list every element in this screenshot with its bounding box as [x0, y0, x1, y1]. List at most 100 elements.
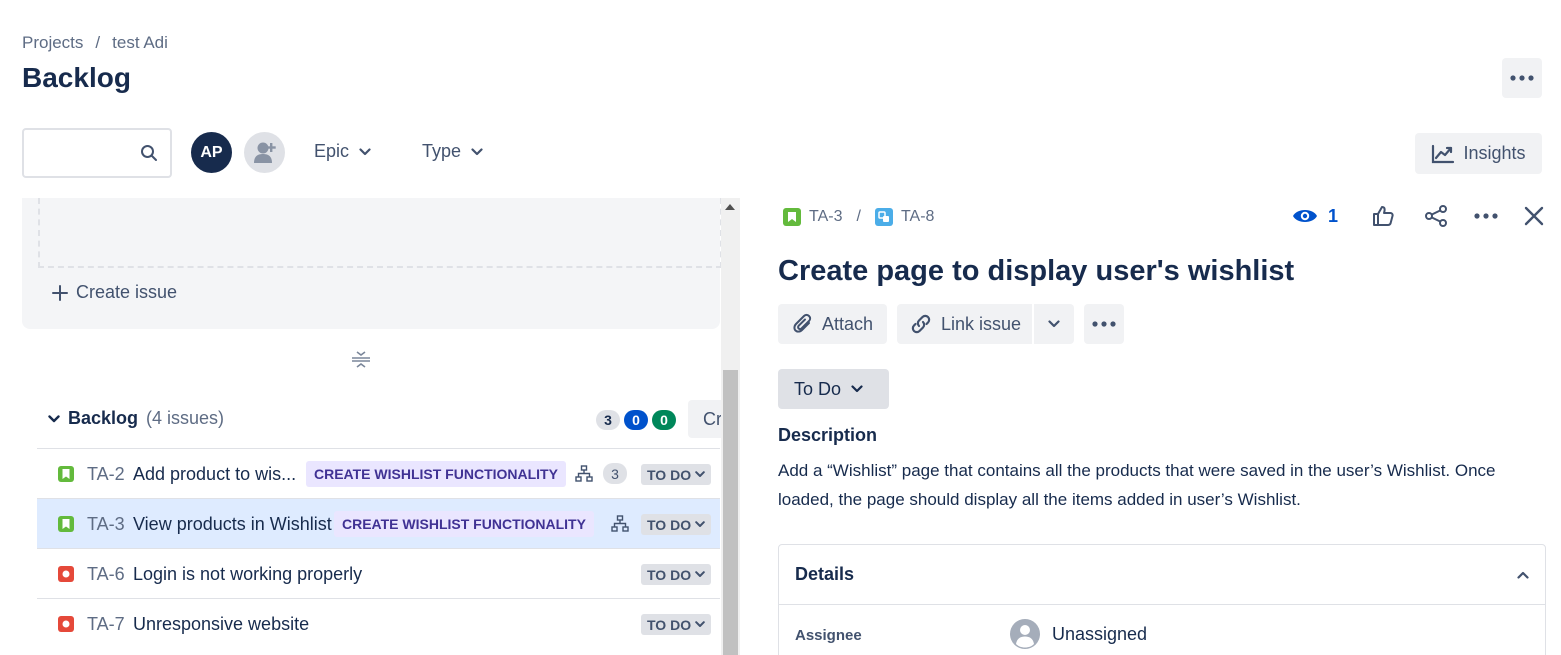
- insights-label: Insights: [1463, 143, 1526, 163]
- status-count-badge: 3: [596, 410, 620, 430]
- issue-key[interactable]: TA-7: [87, 614, 125, 635]
- status-count-badges: 300: [596, 410, 676, 430]
- chevron-down-icon: [48, 414, 60, 422]
- issue-key[interactable]: TA-6: [87, 564, 125, 585]
- type-filter-label: Type: [422, 141, 462, 161]
- status-label: TO DO: [647, 516, 692, 533]
- resize-handle-icon[interactable]: [350, 348, 372, 375]
- chevron-down-icon: [471, 147, 483, 155]
- more-actions-button[interactable]: [1084, 304, 1124, 344]
- issue-row[interactable]: TA-3 View products in Wishlist CREATE WISH…: [37, 498, 720, 548]
- status-dropdown[interactable]: TO DO: [641, 464, 712, 485]
- breadcrumb-separator: /: [95, 33, 101, 52]
- subtask-icon: [874, 208, 893, 226]
- assignee-row: Assignee Unassigned: [779, 605, 1545, 655]
- bug-icon: [58, 616, 74, 632]
- status-label: TO DO: [647, 616, 692, 633]
- link-icon: [911, 314, 931, 334]
- link-issue-dropdown-button[interactable]: [1034, 304, 1074, 344]
- more-horizontal-icon[interactable]: [1474, 213, 1498, 219]
- more-horizontal-icon: [1092, 321, 1116, 327]
- status-dropdown[interactable]: TO DO: [641, 514, 712, 535]
- type-filter-dropdown[interactable]: Type: [422, 141, 483, 162]
- trend-chart-icon: [1432, 144, 1455, 163]
- more-horizontal-icon: [1510, 75, 1534, 81]
- issue-row[interactable]: TA-7 Unresponsive website TO DO: [37, 598, 720, 648]
- breadcrumb-project[interactable]: test Adi: [112, 33, 168, 53]
- issue-summary[interactable]: View products in Wishlist: [133, 514, 332, 535]
- link-issue-label: Link issue: [941, 313, 1022, 334]
- breadcrumb: Projects / test Adi: [22, 33, 168, 53]
- page-title: Backlog: [22, 62, 131, 93]
- issue-title[interactable]: Create page to display user's wishlist: [778, 255, 1294, 288]
- issue-key[interactable]: TA-2: [87, 464, 125, 485]
- story-icon: [58, 466, 74, 482]
- epic-filter-dropdown[interactable]: Epic: [314, 141, 371, 162]
- issue-action-bar: 1: [1292, 204, 1544, 228]
- status-count-badge: 0: [652, 410, 676, 430]
- details-panel: Details Assignee Unassigned: [778, 544, 1546, 655]
- issue-summary[interactable]: Login is not working properly: [133, 564, 362, 585]
- status-dropdown[interactable]: To Do: [778, 369, 889, 409]
- assignee-field[interactable]: Unassigned: [1010, 619, 1147, 649]
- close-icon[interactable]: [1524, 206, 1544, 226]
- chevron-down-icon: [359, 147, 371, 155]
- watch-button[interactable]: 1: [1292, 206, 1338, 227]
- breadcrumb-projects[interactable]: Projects: [22, 33, 83, 53]
- add-person-icon: [253, 142, 276, 163]
- create-issue-button[interactable]: Create issue: [52, 282, 177, 303]
- epic-lozenge[interactable]: CREATE WISHLIST FUNCTIONALITY: [306, 461, 566, 487]
- avatar[interactable]: AP: [191, 132, 232, 173]
- child-issues-icon: [611, 515, 629, 538]
- backlog-issue-list: TA-2 Add product to wis... CREATE WISHLIST…: [37, 448, 720, 648]
- chevron-up-icon: [1517, 571, 1529, 579]
- status-dropdown[interactable]: TO DO: [641, 614, 712, 635]
- breadcrumb-separator: /: [856, 208, 861, 225]
- epic-filter-label: Epic: [314, 141, 350, 161]
- attach-button[interactable]: Attach: [778, 304, 887, 344]
- story-icon: [58, 516, 74, 532]
- scrollbar-thumb[interactable]: [723, 370, 738, 655]
- insights-button[interactable]: Insights: [1415, 133, 1542, 174]
- issue-row[interactable]: TA-2 Add product to wis... CREATE WISHLIST…: [37, 448, 720, 498]
- user-avatar-icon: [1010, 619, 1040, 649]
- status-dropdown[interactable]: TO DO: [641, 564, 712, 585]
- status-label: TO DO: [647, 466, 692, 483]
- issue-key[interactable]: TA-8: [901, 208, 934, 226]
- attach-label: Attach: [822, 313, 874, 334]
- sprint-drop-zone: [38, 198, 722, 268]
- chevron-down-icon: [851, 385, 863, 393]
- add-user-button[interactable]: [244, 132, 285, 173]
- epic-lozenge[interactable]: CREATE WISHLIST FUNCTIONALITY: [334, 511, 594, 537]
- paperclip-icon: [793, 313, 812, 333]
- chevron-down-icon: [1048, 320, 1060, 328]
- share-icon[interactable]: [1424, 204, 1448, 228]
- chevron-down-icon: [695, 521, 705, 527]
- plus-icon: [52, 284, 68, 301]
- status-count-badge: 0: [624, 410, 648, 430]
- backlog-panel: Create issue Backlog (4 issues) 300 Cr T…: [0, 198, 740, 655]
- child-count-badge: 3: [603, 463, 627, 484]
- description-text[interactable]: Add a “Wishlist” page that contains all …: [778, 456, 1538, 514]
- issue-summary[interactable]: Add product to wis...: [133, 464, 296, 485]
- backlog-issue-count: (4 issues): [146, 408, 225, 428]
- link-issue-button[interactable]: Link issue: [897, 304, 1032, 344]
- more-actions-button[interactable]: [1502, 58, 1542, 98]
- issue-row[interactable]: TA-6 Login is not working properly TO DO: [37, 548, 720, 598]
- child-issues-icon: [575, 465, 593, 488]
- description-heading: Description: [778, 425, 878, 445]
- search-input[interactable]: [22, 128, 172, 178]
- status-label: TO DO: [647, 566, 692, 583]
- issue-key[interactable]: TA-3: [87, 514, 125, 535]
- scroll-up-arrow-icon[interactable]: [725, 204, 735, 210]
- backlog-section-header[interactable]: Backlog (4 issues): [48, 408, 224, 429]
- issue-breadcrumb: TA-3 / TA-8: [783, 208, 934, 226]
- backlog-title: Backlog: [68, 408, 139, 428]
- details-header[interactable]: Details: [779, 545, 1545, 605]
- search-icon: [141, 145, 157, 161]
- parent-issue-key[interactable]: TA-3: [809, 208, 842, 226]
- thumbs-up-icon[interactable]: [1372, 205, 1394, 227]
- eye-icon: [1293, 210, 1317, 222]
- scrollbar[interactable]: [721, 198, 740, 655]
- issue-summary[interactable]: Unresponsive website: [133, 614, 309, 635]
